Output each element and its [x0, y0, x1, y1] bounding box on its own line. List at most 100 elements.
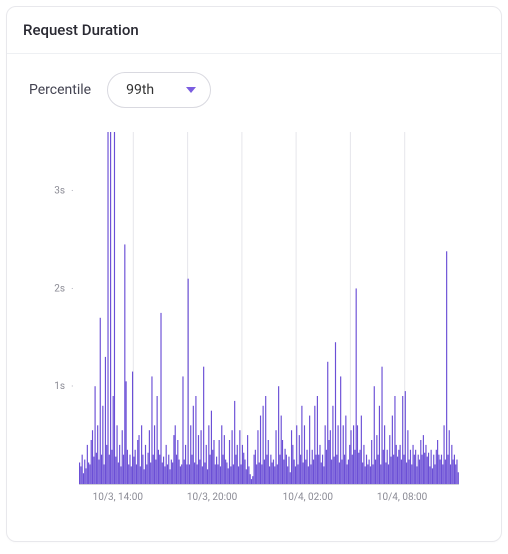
x-tick-label: 10/4, 08:00 — [377, 492, 428, 503]
bar — [282, 440, 283, 484]
bar — [185, 445, 186, 484]
bar — [440, 460, 441, 484]
bar — [371, 440, 372, 484]
bar — [261, 464, 262, 484]
bar — [365, 466, 366, 484]
bar — [91, 440, 92, 484]
bar — [335, 342, 336, 484]
bar — [270, 455, 271, 484]
bar — [175, 425, 176, 484]
bar — [442, 464, 443, 484]
bar — [381, 367, 382, 484]
bar — [316, 455, 317, 484]
bar — [127, 450, 128, 484]
bar — [297, 464, 298, 484]
y-tick-label: 1s — [54, 381, 65, 392]
bar — [345, 416, 346, 484]
bar — [232, 430, 233, 484]
bar — [167, 464, 168, 484]
bar — [95, 386, 96, 484]
bar — [376, 435, 377, 484]
bar — [387, 450, 388, 484]
bar — [83, 473, 84, 484]
bar — [299, 435, 300, 484]
bar — [432, 468, 433, 484]
bar — [310, 464, 311, 484]
bar — [217, 464, 218, 484]
bar — [393, 455, 394, 484]
bar — [154, 425, 155, 484]
bar — [142, 455, 143, 484]
svg-text:·: · — [71, 186, 74, 197]
bar — [338, 425, 339, 484]
bar — [428, 453, 429, 484]
bar — [208, 425, 209, 484]
bar — [180, 466, 181, 484]
bar — [409, 460, 410, 484]
bar — [98, 460, 99, 484]
bar — [423, 435, 424, 484]
bar — [201, 430, 202, 484]
bar — [207, 469, 208, 484]
bar — [247, 435, 248, 484]
bar — [411, 464, 412, 484]
bar — [84, 460, 85, 484]
bar — [213, 440, 214, 484]
bar — [114, 132, 115, 484]
bar — [378, 455, 379, 484]
bar — [105, 357, 106, 484]
bar — [434, 464, 435, 484]
bar — [238, 466, 239, 484]
bar — [313, 460, 314, 484]
bar — [153, 455, 154, 484]
bar — [429, 466, 430, 484]
bar — [263, 406, 264, 484]
bar — [374, 386, 375, 484]
bar — [211, 411, 212, 484]
bar — [369, 460, 370, 484]
x-tick-label: 10/3, 14:00 — [93, 492, 144, 503]
bar — [216, 457, 217, 484]
bar — [237, 445, 238, 484]
controls-row: Percentile 99th — [7, 54, 501, 108]
bar — [115, 457, 116, 484]
bar — [344, 455, 345, 484]
bar — [268, 440, 269, 484]
bar — [370, 466, 371, 484]
bar — [128, 464, 129, 484]
bar — [87, 445, 88, 484]
bar — [113, 396, 114, 484]
bar — [325, 425, 326, 484]
bar — [131, 466, 132, 484]
bar — [405, 391, 406, 484]
bar — [191, 455, 192, 484]
bar — [140, 466, 141, 484]
bar — [269, 466, 270, 484]
bar — [446, 251, 447, 484]
bar — [290, 472, 291, 484]
bar — [97, 425, 98, 484]
bar — [151, 376, 152, 484]
bar — [425, 445, 426, 484]
bar — [414, 455, 415, 484]
bar — [194, 462, 195, 484]
bar — [132, 372, 133, 484]
bar — [107, 132, 108, 484]
bar — [354, 450, 355, 484]
bar — [359, 450, 360, 484]
bar — [173, 435, 174, 484]
bar — [312, 450, 313, 484]
bar — [336, 455, 337, 484]
percentile-select[interactable]: 99th — [107, 72, 211, 108]
bar — [287, 466, 288, 484]
bar — [334, 457, 335, 484]
bar — [389, 435, 390, 484]
bar — [341, 460, 342, 484]
bar — [286, 455, 287, 484]
bar — [242, 445, 243, 484]
y-tick-label: 2s — [54, 283, 65, 294]
bar — [458, 472, 459, 484]
bar — [129, 455, 130, 484]
bar — [361, 416, 362, 484]
bar — [190, 425, 191, 484]
